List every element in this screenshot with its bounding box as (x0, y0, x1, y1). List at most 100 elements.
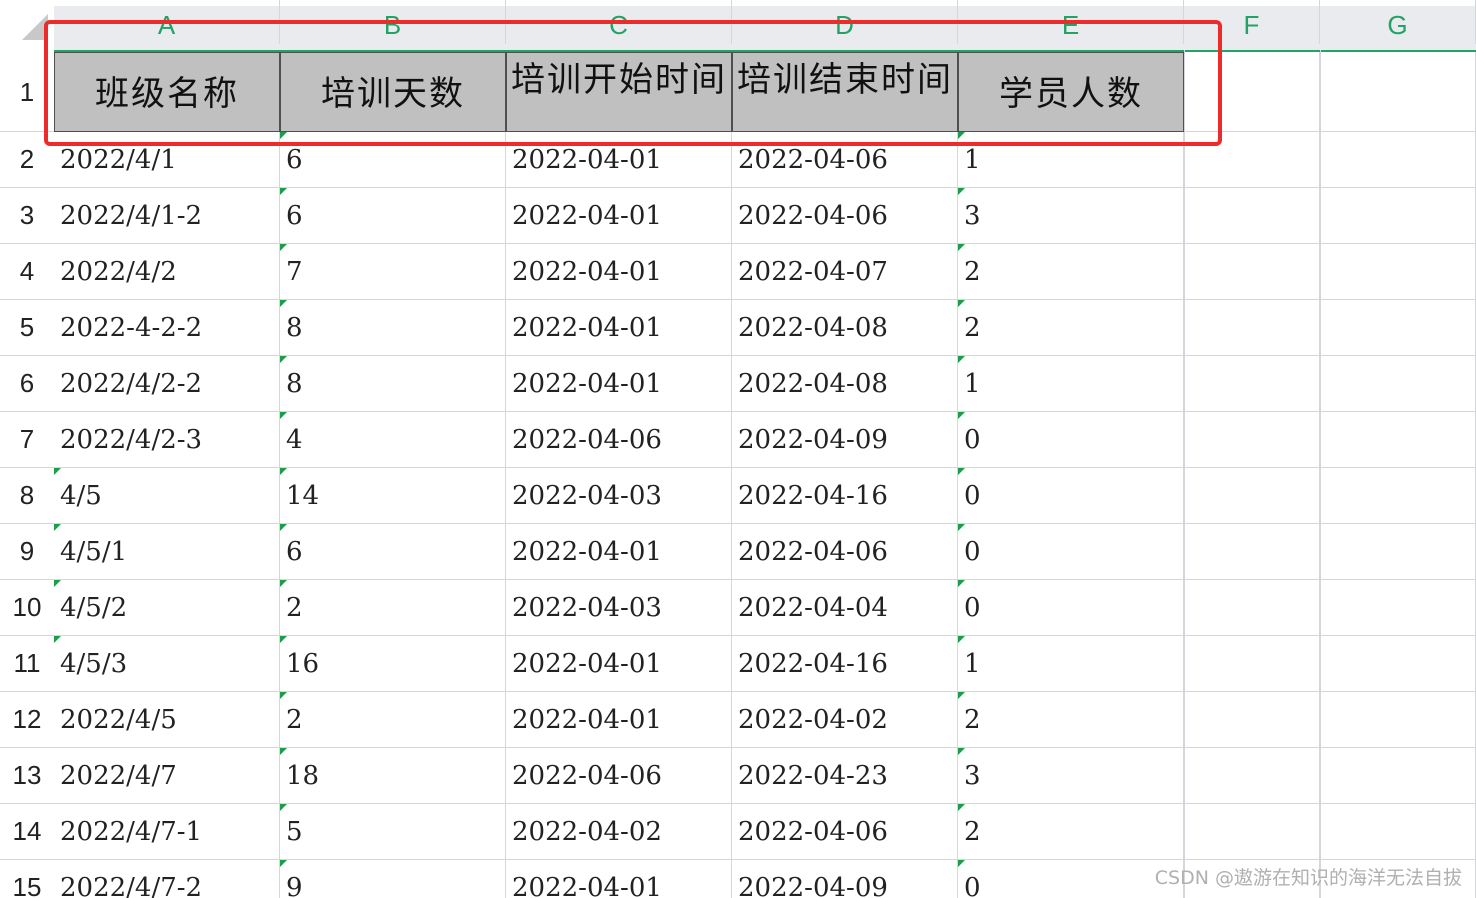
empty-cell[interactable] (1320, 468, 1476, 524)
data-cell-e[interactable]: 0 (958, 580, 1184, 636)
header-cell-a[interactable]: 班级名称 (54, 52, 280, 132)
row-header[interactable]: 8 (0, 468, 54, 524)
empty-cell[interactable] (1320, 412, 1476, 468)
data-cell-d[interactable]: 2022-04-16 (732, 468, 958, 524)
data-cell-c[interactable]: 2022-04-01 (506, 692, 732, 748)
data-cell-a[interactable]: 4/5 (54, 468, 280, 524)
data-cell-e[interactable]: 3 (958, 748, 1184, 804)
column-header-a[interactable]: A (54, 0, 280, 44)
row-header[interactable]: 4 (0, 244, 54, 300)
data-cell-c[interactable]: 2022-04-03 (506, 468, 732, 524)
data-cell-a[interactable]: 2022/4/2 (54, 244, 280, 300)
empty-cell[interactable] (1184, 524, 1320, 580)
data-cell-a[interactable]: 2022/4/1-2 (54, 188, 280, 244)
row-header-1[interactable]: 1 (0, 52, 54, 132)
data-cell-a[interactable]: 2022/4/5 (54, 692, 280, 748)
row-header[interactable]: 9 (0, 524, 54, 580)
data-cell-d[interactable]: 2022-04-02 (732, 692, 958, 748)
data-cell-d[interactable]: 2022-04-06 (732, 804, 958, 860)
data-cell-b[interactable]: 16 (280, 636, 506, 692)
data-cell-b[interactable]: 8 (280, 356, 506, 412)
data-cell-c[interactable]: 2022-04-01 (506, 300, 732, 356)
data-cell-c[interactable]: 2022-04-01 (506, 356, 732, 412)
empty-cell[interactable] (1184, 52, 1320, 132)
row-header[interactable]: 11 (0, 636, 54, 692)
row-header[interactable]: 7 (0, 412, 54, 468)
row-header[interactable]: 2 (0, 132, 54, 188)
column-header-b[interactable]: B (280, 0, 506, 44)
data-cell-e[interactable]: 1 (958, 356, 1184, 412)
empty-cell[interactable] (1320, 636, 1476, 692)
header-cell-e[interactable]: 学员人数 (958, 52, 1184, 132)
data-cell-c[interactable]: 2022-04-06 (506, 748, 732, 804)
data-cell-a[interactable]: 4/5/1 (54, 524, 280, 580)
empty-cell[interactable] (1184, 580, 1320, 636)
data-cell-c[interactable]: 2022-04-03 (506, 580, 732, 636)
column-header-f[interactable]: F (1184, 0, 1320, 44)
data-cell-c[interactable]: 2022-04-01 (506, 636, 732, 692)
data-cell-e[interactable]: 2 (958, 804, 1184, 860)
data-cell-d[interactable]: 2022-04-06 (732, 132, 958, 188)
data-cell-c[interactable]: 2022-04-02 (506, 804, 732, 860)
data-cell-b[interactable]: 9 (280, 860, 506, 898)
empty-cell[interactable] (1184, 748, 1320, 804)
row-header[interactable]: 13 (0, 748, 54, 804)
data-cell-a[interactable]: 4/5/2 (54, 580, 280, 636)
empty-cell[interactable] (1320, 188, 1476, 244)
data-cell-b[interactable]: 6 (280, 524, 506, 580)
empty-cell[interactable] (1184, 804, 1320, 860)
empty-cell[interactable] (1184, 356, 1320, 412)
row-header[interactable]: 12 (0, 692, 54, 748)
data-cell-a[interactable]: 2022/4/2-2 (54, 356, 280, 412)
data-cell-c[interactable]: 2022-04-06 (506, 412, 732, 468)
data-cell-a[interactable]: 2022/4/7 (54, 748, 280, 804)
empty-cell[interactable] (1320, 524, 1476, 580)
data-cell-b[interactable]: 14 (280, 468, 506, 524)
data-cell-e[interactable]: 2 (958, 300, 1184, 356)
empty-cell[interactable] (1320, 52, 1476, 132)
empty-cell[interactable] (1320, 580, 1476, 636)
empty-cell[interactable] (1320, 692, 1476, 748)
data-cell-b[interactable]: 4 (280, 412, 506, 468)
empty-cell[interactable] (1320, 748, 1476, 804)
data-cell-b[interactable]: 6 (280, 132, 506, 188)
data-cell-a[interactable]: 4/5/3 (54, 636, 280, 692)
row-header[interactable]: 5 (0, 300, 54, 356)
data-cell-c[interactable]: 2022-04-01 (506, 244, 732, 300)
data-cell-e[interactable]: 3 (958, 188, 1184, 244)
empty-cell[interactable] (1184, 132, 1320, 188)
data-cell-b[interactable]: 8 (280, 300, 506, 356)
column-header-g[interactable]: G (1320, 0, 1476, 44)
data-cell-a[interactable]: 2022/4/1 (54, 132, 280, 188)
data-cell-b[interactable]: 7 (280, 244, 506, 300)
data-cell-a[interactable]: 2022-4-2-2 (54, 300, 280, 356)
data-cell-a[interactable]: 2022/4/7-1 (54, 804, 280, 860)
row-header[interactable]: 15 (0, 860, 54, 898)
empty-cell[interactable] (1184, 636, 1320, 692)
empty-cell[interactable] (1184, 244, 1320, 300)
empty-cell[interactable] (1184, 468, 1320, 524)
select-all-corner[interactable] (0, 0, 54, 50)
data-cell-e[interactable]: 0 (958, 412, 1184, 468)
header-cell-b[interactable]: 培训天数 (280, 52, 506, 132)
empty-cell[interactable] (1184, 412, 1320, 468)
data-cell-e[interactable]: 2 (958, 244, 1184, 300)
data-cell-c[interactable]: 2022-04-01 (506, 524, 732, 580)
data-cell-e[interactable]: 0 (958, 860, 1184, 898)
data-cell-c[interactable]: 2022-04-01 (506, 188, 732, 244)
data-cell-d[interactable]: 2022-04-23 (732, 748, 958, 804)
header-cell-c[interactable]: 培训开始时间 (506, 52, 732, 132)
header-cell-d[interactable]: 培训结束时间 (732, 52, 958, 132)
data-cell-d[interactable]: 2022-04-08 (732, 300, 958, 356)
data-cell-e[interactable]: 1 (958, 132, 1184, 188)
data-cell-b[interactable]: 2 (280, 580, 506, 636)
empty-cell[interactable] (1184, 188, 1320, 244)
data-cell-d[interactable]: 2022-04-09 (732, 860, 958, 898)
data-cell-b[interactable]: 6 (280, 188, 506, 244)
row-header[interactable]: 14 (0, 804, 54, 860)
data-cell-b[interactable]: 5 (280, 804, 506, 860)
data-cell-e[interactable]: 2 (958, 692, 1184, 748)
data-cell-e[interactable]: 0 (958, 524, 1184, 580)
data-cell-d[interactable]: 2022-04-06 (732, 524, 958, 580)
column-header-e[interactable]: E (958, 0, 1184, 44)
